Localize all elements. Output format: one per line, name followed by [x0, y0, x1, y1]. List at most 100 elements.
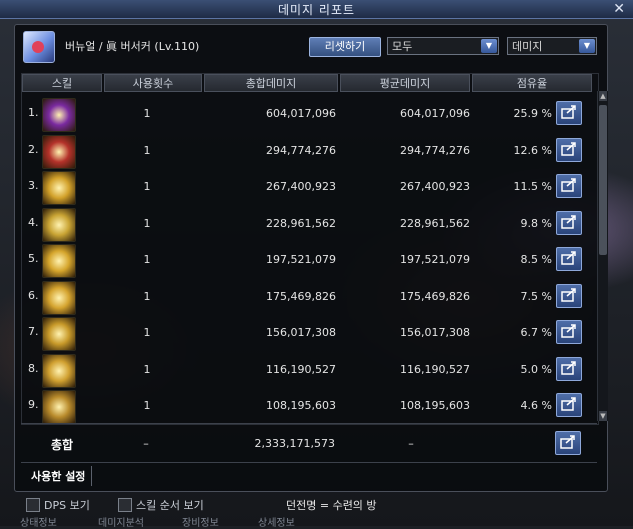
total-damage: 156,017,308: [266, 326, 336, 339]
character-avatar: [23, 31, 55, 63]
total-count: –: [143, 437, 149, 450]
faded-menu-item: 데미지분석: [98, 518, 144, 529]
skill-icon: [42, 317, 76, 351]
filter-type-value: 데미지: [512, 40, 543, 53]
average-damage: 228,961,562: [400, 216, 470, 230]
table-row: 9. 1 108,195,603 108,195,603 4.6 %: [22, 388, 582, 424]
chevron-down-icon[interactable]: ▼: [579, 39, 595, 53]
row-index: 5.: [28, 252, 39, 265]
skill-icon: [42, 171, 76, 205]
dungeon-name: 던전명 = 수련의 방: [286, 499, 377, 512]
row-index: 7.: [28, 325, 39, 338]
col-count[interactable]: 사용횟수: [104, 74, 202, 92]
col-share[interactable]: 점유율: [472, 74, 592, 92]
average-damage: 267,400,923: [400, 180, 470, 193]
share-button[interactable]: [556, 320, 582, 344]
filter-type-select[interactable]: 데미지 ▼: [507, 37, 597, 55]
window-title: 데미지 리포트: [277, 3, 356, 17]
table-header: 스킬 사용횟수 총합데미지 평균데미지 점유율: [22, 74, 598, 94]
scroll-thumb[interactable]: [599, 105, 607, 255]
total-damage: 197,521,079: [266, 253, 336, 266]
scroll-down-icon[interactable]: ▼: [599, 411, 607, 421]
faded-menu-item: 장비정보: [182, 518, 219, 529]
use-count: 1: [143, 143, 151, 157]
dps-view-checkbox[interactable]: [26, 498, 40, 512]
table-row: 2. 1 294,774,276 294,774,276 12.6 %: [22, 133, 582, 169]
col-average[interactable]: 평균데미지: [340, 74, 470, 92]
share-percent: 5.0 %: [520, 362, 552, 376]
share-button[interactable]: [556, 210, 582, 235]
total-damage: 116,190,527: [266, 362, 336, 376]
share-percent: 4.6 %: [520, 399, 552, 412]
share-total-button[interactable]: [555, 431, 581, 455]
table-row: 3. 1 267,400,923 267,400,923 11.5 %: [22, 169, 582, 205]
average-damage: 156,017,308: [400, 326, 470, 339]
share-button[interactable]: [556, 174, 582, 198]
total-damage: 175,469,826: [266, 289, 336, 303]
dps-view-label: DPS 보기: [44, 499, 90, 512]
chevron-down-icon[interactable]: ▼: [481, 39, 497, 53]
average-damage: 604,017,096: [400, 107, 470, 120]
share-icon: [561, 251, 576, 265]
skill-icon: [42, 390, 76, 424]
share-icon: [561, 141, 576, 156]
average-damage: 108,195,603: [400, 399, 470, 412]
share-percent: 25.9 %: [513, 107, 552, 120]
share-button[interactable]: [556, 101, 582, 125]
share-button[interactable]: [556, 247, 582, 271]
character-name: 버뉴얼 / 眞 버서커 (Lv.110): [65, 40, 200, 53]
share-percent: 9.8 %: [520, 216, 552, 230]
scroll-up-icon[interactable]: ▲: [599, 91, 607, 101]
share-icon: [561, 214, 576, 229]
share-icon: [561, 287, 576, 302]
share-percent: 8.5 %: [520, 253, 552, 266]
share-button[interactable]: [556, 283, 582, 308]
share-icon: [561, 324, 576, 338]
total-damage: 267,400,923: [266, 180, 336, 193]
skill-icon: [42, 244, 76, 278]
tab-used-settings[interactable]: 사용한 설정: [25, 466, 93, 486]
share-percent: 6.7 %: [520, 326, 552, 339]
reset-button[interactable]: 리셋하기: [309, 37, 381, 57]
use-count: 1: [143, 362, 151, 376]
skill-order-checkbox[interactable]: [118, 498, 132, 512]
total-row: 총합 – 2,333,171,573 –: [21, 425, 597, 461]
total-damage: 228,961,562: [266, 216, 336, 230]
skill-order-label: 스킬 순서 보기: [136, 499, 204, 512]
damage-report-panel: 버뉴얼 / 眞 버서커 (Lv.110) 리셋하기 모두 ▼ 데미지 ▼ 스킬 …: [14, 24, 608, 492]
window-titlebar[interactable]: 데미지 리포트 ✕: [0, 0, 633, 19]
share-percent: 11.5 %: [513, 180, 552, 193]
share-icon: [561, 360, 576, 375]
total-damage: 604,017,096: [266, 107, 336, 120]
use-count: 1: [143, 326, 151, 339]
total-damage: 2,333,171,573: [254, 437, 335, 450]
table-row: 6. 1 175,469,826 175,469,826 7.5 %: [22, 279, 582, 315]
use-count: 1: [143, 253, 151, 266]
close-icon[interactable]: ✕: [613, 0, 625, 18]
share-button[interactable]: [556, 393, 582, 417]
total-label: 총합: [51, 438, 74, 452]
average-damage: 197,521,079: [400, 253, 470, 266]
row-index: 8.: [28, 361, 39, 375]
use-count: 1: [143, 180, 151, 193]
share-icon: [561, 105, 576, 119]
share-button[interactable]: [556, 356, 582, 381]
skill-icon: [42, 353, 76, 388]
average-damage: 294,774,276: [400, 143, 470, 157]
table-scrollbar[interactable]: ▲ ▼: [597, 91, 608, 421]
filter-all-select[interactable]: 모두 ▼: [387, 37, 499, 55]
skill-damage-table: 스킬 사용횟수 총합데미지 평균데미지 점유율 1. 1 604,017,096…: [21, 73, 599, 425]
row-index: 1.: [28, 106, 39, 119]
average-damage: 175,469,826: [400, 289, 470, 303]
table-row: 4. 1 228,961,562 228,961,562 9.8 %: [22, 206, 582, 242]
skill-icon: [42, 134, 76, 169]
table-row: 5. 1 197,521,079 197,521,079 8.5 %: [22, 242, 582, 278]
settings-tabbar: 사용한 설정: [21, 462, 597, 487]
use-count: 1: [143, 399, 151, 412]
col-total[interactable]: 총합데미지: [204, 74, 338, 92]
share-button[interactable]: [556, 137, 582, 162]
share-percent: 12.6 %: [513, 143, 552, 157]
col-skill[interactable]: 스킬: [22, 74, 102, 92]
share-percent: 7.5 %: [520, 289, 552, 303]
row-index: 3.: [28, 179, 39, 192]
